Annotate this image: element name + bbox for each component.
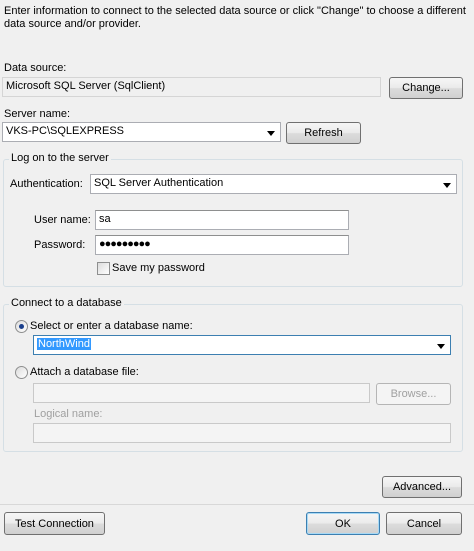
- select-database-label[interactable]: Select or enter a database name:: [30, 320, 193, 333]
- advanced-button[interactable]: Advanced...: [382, 476, 462, 498]
- data-source-field: Microsoft SQL Server (SqlClient): [2, 77, 381, 97]
- logical-name-label: Logical name:: [34, 408, 103, 420]
- username-input[interactable]: sa: [95, 210, 349, 230]
- authentication-label: Authentication:: [10, 178, 83, 190]
- intro-text-line-2: data source and/or provider.: [4, 18, 141, 30]
- attach-database-label[interactable]: Attach a database file:: [30, 366, 139, 379]
- authentication-combo[interactable]: SQL Server Authentication: [90, 174, 457, 194]
- data-source-label: Data source:: [4, 62, 67, 74]
- footer-divider: [0, 504, 474, 505]
- chevron-down-icon[interactable]: [435, 340, 447, 352]
- database-group-title: Connect to a database: [9, 297, 124, 310]
- password-label: Password:: [34, 239, 86, 251]
- username-label: User name:: [34, 214, 91, 226]
- save-password-label[interactable]: Save my password: [112, 262, 205, 275]
- database-name-combo[interactable]: NorthWind: [33, 335, 451, 355]
- password-input[interactable]: ●●●●●●●●●: [95, 235, 349, 255]
- browse-button[interactable]: Browse...: [376, 383, 451, 405]
- server-name-label: Server name:: [4, 108, 71, 120]
- refresh-button[interactable]: Refresh: [286, 122, 361, 144]
- cancel-button[interactable]: Cancel: [386, 512, 462, 535]
- test-connection-button[interactable]: Test Connection: [4, 512, 105, 535]
- select-database-radio[interactable]: [15, 320, 28, 333]
- chevron-down-icon[interactable]: [441, 179, 453, 191]
- ok-button[interactable]: OK: [306, 512, 380, 535]
- logical-name-input[interactable]: [33, 423, 451, 443]
- radio-selected-dot: [19, 324, 24, 329]
- attach-database-radio[interactable]: [15, 366, 28, 379]
- server-name-value: VKS-PC\SQLEXPRESS: [6, 125, 124, 137]
- database-name-value: NorthWind: [37, 338, 91, 350]
- intro-text-line-1: Enter information to connect to the sele…: [4, 5, 466, 17]
- authentication-value: SQL Server Authentication: [94, 177, 224, 189]
- change-button[interactable]: Change...: [389, 77, 463, 99]
- save-password-checkbox[interactable]: [97, 262, 110, 275]
- attach-file-input[interactable]: [33, 383, 370, 403]
- logon-group-title: Log on to the server: [9, 152, 111, 165]
- chevron-down-icon[interactable]: [265, 127, 277, 139]
- server-name-combo[interactable]: VKS-PC\SQLEXPRESS: [2, 122, 281, 142]
